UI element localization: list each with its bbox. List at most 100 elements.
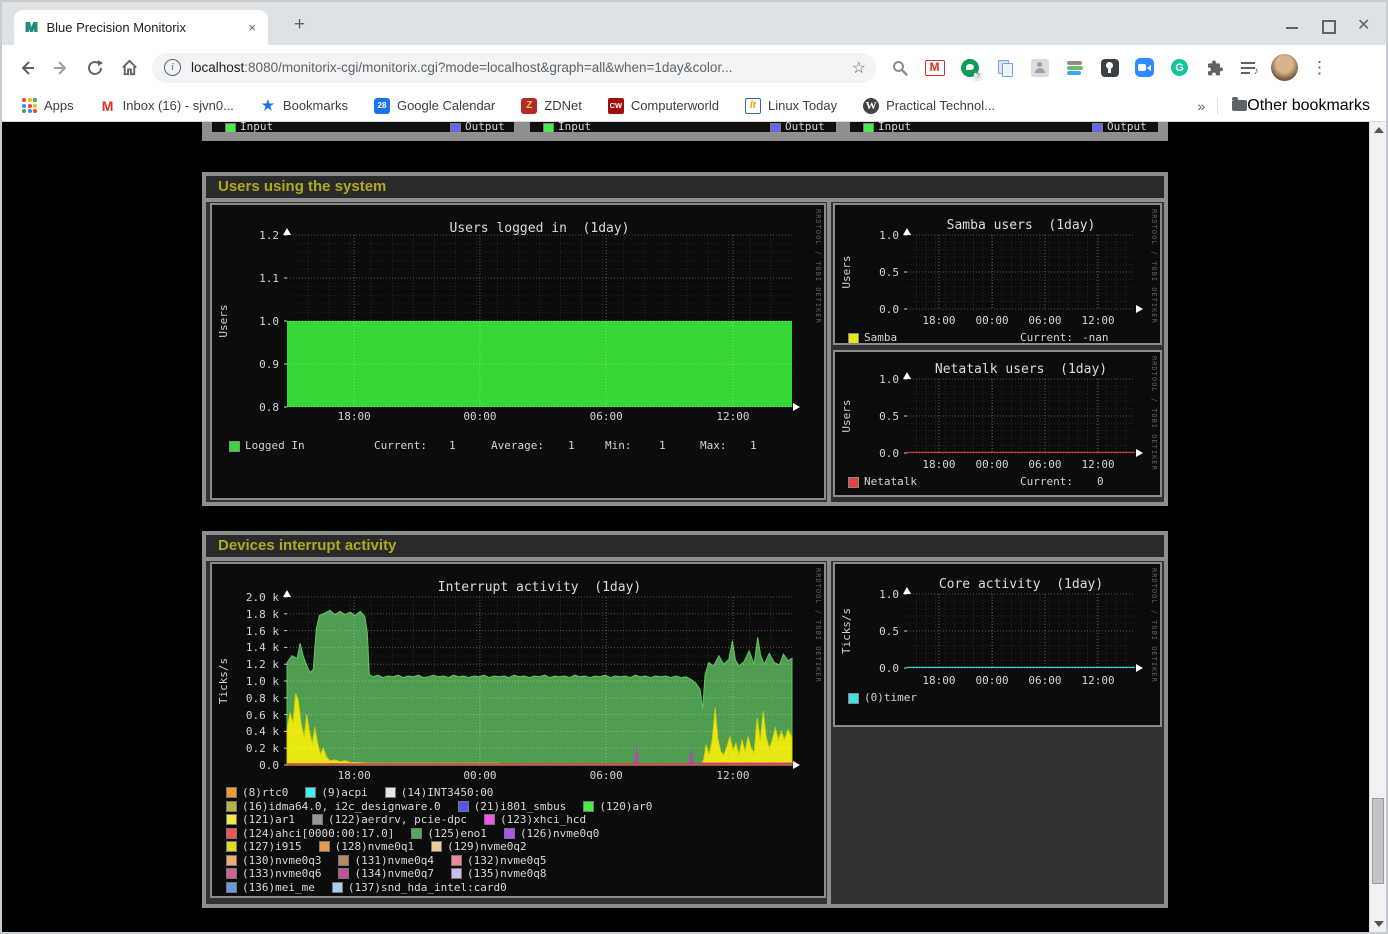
- x-tick-label: 18:00: [922, 314, 955, 327]
- tab-close-icon[interactable]: ×: [244, 18, 260, 37]
- zoom-camera-extension-icon[interactable]: [1127, 50, 1162, 85]
- extensions-puzzle-icon[interactable]: [1197, 50, 1232, 85]
- stat-value: 0: [1097, 475, 1104, 488]
- home-button[interactable]: [112, 51, 146, 85]
- scrollbar-thumb[interactable]: [1372, 798, 1384, 884]
- y-tick-label: 0.6 k: [229, 709, 279, 722]
- legend-label: (129)nvme0q2: [447, 840, 526, 853]
- section-interrupts-title: Devices interrupt activity: [206, 535, 1164, 557]
- chart-canvas: [212, 205, 824, 498]
- output-legend-label: Output: [465, 122, 505, 133]
- disabled-person-extension-icon[interactable]: [1022, 50, 1057, 85]
- y-tick-label: 1.4 k: [229, 641, 279, 654]
- copy-pages-extension-icon[interactable]: [987, 50, 1022, 85]
- tab-title: Blue Precision Monitorix: [47, 20, 245, 35]
- legend-label: (14)INT3450:00: [401, 786, 494, 799]
- apps-grid-icon: [22, 98, 37, 113]
- bookmark-google-calendar[interactable]: 28 Google Calendar: [374, 98, 495, 114]
- samba-users-graph[interactable]: Samba users (1day)Users1.00.50.018:0000:…: [833, 203, 1162, 345]
- graph-title: Users logged in (1day): [449, 221, 629, 236]
- legend-label: (16)idma64.0, i2c_designware.0: [242, 800, 441, 813]
- interrupt-activity-graph[interactable]: Interrupt activity (1day)Ticks/s2.0 k1.8…: [210, 562, 826, 898]
- books-stack-extension-icon[interactable]: [1057, 50, 1092, 85]
- legend-label: (0)timer: [864, 691, 917, 704]
- rrdtool-watermark: RRDTOOL / TOBI OETIKER: [1150, 356, 1158, 471]
- bookmark-linux-today[interactable]: lt Linux Today: [745, 98, 837, 114]
- legend-label: (131)nvme0q4: [354, 854, 433, 867]
- legend-label: (127)i915: [242, 840, 302, 853]
- y-tick-label: 0.0: [849, 447, 899, 460]
- back-button[interactable]: [10, 51, 44, 85]
- site-info-icon[interactable]: i: [164, 59, 181, 76]
- profile-avatar[interactable]: [1267, 50, 1302, 85]
- rrdtool-watermark: RRDTOOL / TOBI OETIKER: [814, 209, 822, 324]
- y-tick-label: 0.8: [229, 401, 279, 414]
- window-maximize-button[interactable]: [1322, 20, 1336, 34]
- bookmark-bookmarks[interactable]: ★ Bookmarks: [260, 98, 348, 114]
- output-legend-swatch: [770, 123, 781, 134]
- address-bar[interactable]: i localhost:8080/monitorix-cgi/monitorix…: [152, 53, 876, 83]
- forward-button[interactable]: [44, 51, 78, 85]
- tab-strip: M Blue Precision Monitorix × + ✕: [2, 2, 1386, 45]
- window-minimize-button[interactable]: [1286, 27, 1298, 29]
- bookmark-zdnet[interactable]: Z ZDNet: [521, 98, 582, 114]
- bookmark-inbox[interactable]: M Inbox (16) - sjvn0...: [100, 98, 234, 114]
- search-extension-icon[interactable]: [882, 50, 917, 85]
- window-close-button[interactable]: ✕: [1357, 15, 1370, 35]
- lamp-extension-icon[interactable]: [1092, 50, 1127, 85]
- stat-label: Current:: [1020, 331, 1073, 344]
- scrollbar-up-arrow[interactable]: [1374, 127, 1384, 133]
- legend-label: (122)aerdrv, pcie-dpc: [328, 813, 467, 826]
- section-users-title: Users using the system: [206, 176, 1164, 198]
- x-tick-label: 06:00: [1028, 458, 1061, 471]
- bookmark-practical-technology[interactable]: W Practical Technol...: [863, 98, 995, 114]
- legend-row: (130)nvme0q3(131)nvme0q4(132)nvme0q5: [226, 854, 669, 868]
- y-tick-label: 1.2 k: [229, 658, 279, 671]
- browser-toolbar: i localhost:8080/monitorix-cgi/monitorix…: [2, 45, 1386, 90]
- google-voice-extension-icon[interactable]: ?: [952, 50, 987, 85]
- wordpress-icon: W: [863, 98, 879, 114]
- apps-shortcut[interactable]: Apps: [22, 98, 74, 113]
- bookmark-computerworld[interactable]: CW Computerworld: [608, 98, 719, 114]
- chrome-menu-icon[interactable]: ⋮: [1302, 50, 1337, 85]
- legend-label: (133)nvme0q6: [242, 867, 321, 880]
- new-tab-button[interactable]: +: [294, 14, 305, 36]
- y-tick-label: 1.6 k: [229, 625, 279, 638]
- grammarly-extension-icon[interactable]: G: [1162, 50, 1197, 85]
- x-tick-label: 00:00: [975, 314, 1008, 327]
- browser-tab[interactable]: M Blue Precision Monitorix ×: [14, 10, 268, 45]
- y-tick-label: 0.9: [229, 358, 279, 371]
- top-partial-graph-2[interactable]: Input Output: [528, 122, 838, 134]
- legend-label: (134)nvme0q7: [354, 867, 433, 880]
- stat-label: Min:: [605, 439, 632, 452]
- x-tick-label: 06:00: [1028, 314, 1061, 327]
- other-bookmarks-label[interactable]: Other bookmarks: [1247, 97, 1370, 115]
- bookmarks-overflow-chevron[interactable]: »: [1197, 98, 1205, 114]
- top-partial-graph-3[interactable]: Input Output: [848, 122, 1160, 134]
- users-logged-in-graph[interactable]: Users logged in (1day)Users1.21.11.00.90…: [210, 203, 826, 500]
- bookmark-star-icon[interactable]: ☆: [852, 58, 866, 78]
- input-legend-swatch: [863, 123, 874, 134]
- x-tick-label: 12:00: [1082, 314, 1115, 327]
- page-scrollbar[interactable]: [1369, 122, 1386, 932]
- stat-label: Current:: [374, 439, 427, 452]
- url-text[interactable]: localhost:8080/monitorix-cgi/monitorix.c…: [191, 60, 842, 75]
- y-tick-label: 1.0 k: [229, 675, 279, 688]
- legend-swatch: [451, 855, 462, 866]
- playlist-extension-icon[interactable]: ♪: [1232, 50, 1267, 85]
- legend-row: (133)nvme0q6(134)nvme0q7(135)nvme0q8: [226, 867, 669, 881]
- star-icon: ★: [260, 98, 276, 114]
- legend-swatch: [319, 841, 330, 852]
- gmail-extension-icon[interactable]: M: [917, 50, 952, 85]
- top-partial-graph-1[interactable]: Input Output: [210, 122, 516, 134]
- core-activity-graph[interactable]: Core activity (1day)Ticks/s1.00.50.018:0…: [833, 562, 1162, 727]
- stat-value: -nan: [1082, 331, 1109, 344]
- scrollbar-down-arrow[interactable]: [1374, 921, 1384, 927]
- legend-row: (127)i915(128)nvme0q1(129)nvme0q2: [226, 840, 669, 854]
- y-tick-label: 1.0: [849, 373, 899, 386]
- legend-swatch: [226, 882, 237, 893]
- legend-label: Logged In: [245, 439, 305, 452]
- legend-swatch: [226, 841, 237, 852]
- reload-button[interactable]: [78, 51, 112, 85]
- netatalk-users-graph[interactable]: Netatalk users (1day)Users1.00.50.018:00…: [833, 350, 1162, 497]
